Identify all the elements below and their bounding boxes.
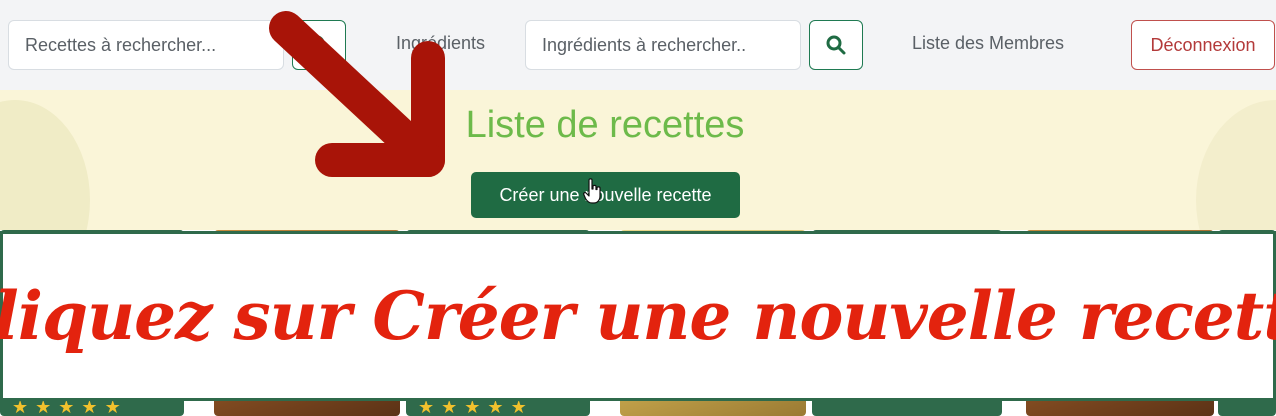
create-recipe-button[interactable]: Créer une nouvelle recette (471, 172, 740, 218)
logout-button[interactable]: Déconnexion (1131, 20, 1275, 70)
search-icon (826, 35, 846, 55)
search-icon (309, 35, 329, 55)
nav-link-ingredients[interactable]: Ingrédients (396, 33, 485, 54)
recipe-search-button[interactable] (292, 20, 346, 70)
hero-section: Liste de recettes Créer une nouvelle rec… (0, 90, 1276, 230)
page-title: Liste de recettes (465, 104, 745, 146)
recipe-search-input[interactable] (8, 20, 284, 70)
ingredient-search-input[interactable] (525, 20, 801, 70)
top-navbar: Ingrédients Liste des Membres Déconnexio… (0, 0, 1276, 90)
nav-link-members[interactable]: Liste des Membres (912, 33, 1064, 54)
hand-pointer-icon (583, 178, 601, 204)
caption-banner: Cliquez sur Créer une nouvelle recette (0, 231, 1276, 401)
ingredient-search-button[interactable] (809, 20, 863, 70)
caption-text: Cliquez sur Créer une nouvelle recette (0, 277, 1276, 355)
